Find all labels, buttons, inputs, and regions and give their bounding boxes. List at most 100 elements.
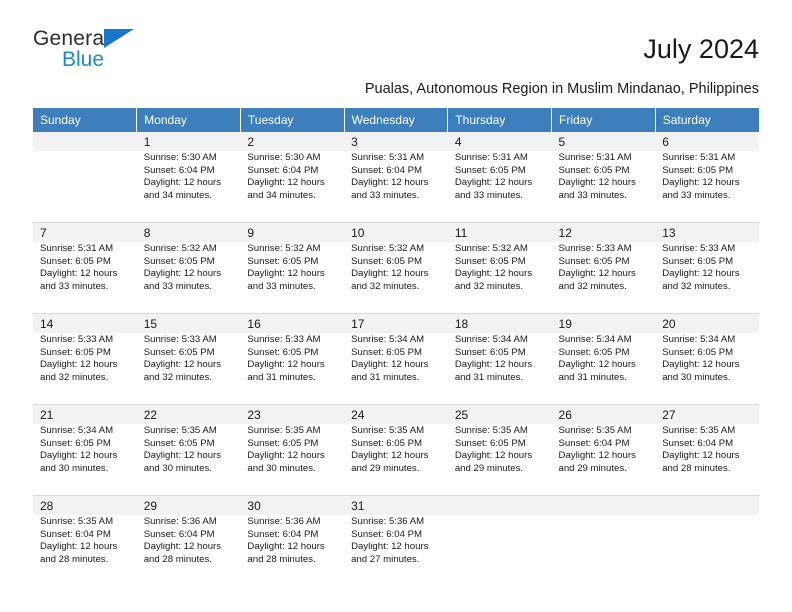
day-cell-29[interactable]: 29 Sunrise: 5:36 AM Sunset: 6:04 PM Dayligh…: [136, 496, 241, 586]
calendar-cell: 22 Sunrise: 5:35 AM Sunset: 6:05 PM Dayligh…: [136, 405, 241, 495]
day-cell-18[interactable]: 18 Sunrise: 5:34 AM Sunset: 6:05 PM Dayligh…: [447, 314, 552, 404]
daylight-duration: and 29 minutes.: [454, 462, 524, 474]
calendar-cell: 10 Sunrise: 5:32 AM Sunset: 6:05 PM Dayligh…: [344, 223, 448, 313]
day-cell-26[interactable]: 26 Sunrise: 5:35 AM Sunset: 6:04 PM Dayligh…: [551, 405, 656, 495]
day-cell-25[interactable]: 25 Sunrise: 5:35 AM Sunset: 6:05 PM Dayligh…: [447, 405, 552, 495]
daylight-duration: and 32 minutes.: [143, 371, 212, 383]
sunrise-time: Sunrise: 5:31 AM: [558, 152, 632, 163]
sunrise-time: Sunrise: 5:32 AM: [247, 243, 321, 254]
day-number: 23: [247, 408, 261, 422]
day-cell-10[interactable]: 10 Sunrise: 5:32 AM Sunset: 6:05 PM Dayligh…: [344, 223, 448, 313]
day-cell-16[interactable]: 16 Sunrise: 5:33 AM Sunset: 6:05 PM Dayligh…: [240, 314, 345, 404]
calendar-week-row: 21 Sunrise: 5:34 AM Sunset: 6:05 PM Dayligh…: [33, 405, 759, 495]
daylight-duration: and 29 minutes.: [351, 462, 420, 474]
calendar-cell: 16 Sunrise: 5:33 AM Sunset: 6:05 PM Dayligh…: [240, 314, 345, 404]
location-subtitle: Pualas, Autonomous Region in Muslim Mind…: [364, 81, 759, 97]
daylight-duration: Daylight: 12 hours: [40, 450, 118, 462]
day-sun-info: Sunrise: 5:33 AM Sunset: 6:05 PM Daylight:…: [559, 243, 649, 293]
day-cell-4[interactable]: 4 Sunrise: 5:31 AM Sunset: 6:05 PM Daylight…: [447, 132, 552, 222]
day-cell-12[interactable]: 12 Sunrise: 5:33 AM Sunset: 6:05 PM Dayligh…: [551, 223, 656, 313]
sunset-time: Sunset: 6:04 PM: [247, 164, 319, 176]
calendar-cell: 6 Sunrise: 5:31 AM Sunset: 6:05 PM Daylight…: [655, 132, 759, 222]
day-cell-6[interactable]: 6 Sunrise: 5:31 AM Sunset: 6:05 PM Daylight…: [655, 132, 759, 222]
logo-triangle-icon: [104, 29, 134, 48]
sunrise-time: Sunrise: 5:36 AM: [247, 516, 321, 527]
day-number: 8: [143, 226, 151, 240]
sunset-time: Sunset: 6:04 PM: [143, 528, 215, 540]
day-cell-22[interactable]: 22 Sunrise: 5:35 AM Sunset: 6:05 PM Dayligh…: [136, 405, 241, 495]
general-blue-logo[interactable]: General Blue: [33, 28, 153, 74]
daylight-duration: and 33 minutes.: [662, 189, 731, 201]
sunrise-time: Sunrise: 5:31 AM: [351, 152, 425, 163]
calendar-cell: 7 Sunrise: 5:31 AM Sunset: 6:05 PM Daylight…: [33, 223, 137, 313]
calendar-cell: 17 Sunrise: 5:34 AM Sunset: 6:05 PM Dayligh…: [344, 314, 448, 404]
daylight-duration: and 33 minutes.: [558, 189, 627, 201]
weekday-header-saturday: Saturday: [655, 108, 759, 132]
day-cell-21[interactable]: 21 Sunrise: 5:34 AM Sunset: 6:05 PM Dayligh…: [33, 405, 137, 495]
day-cell-23[interactable]: 23 Sunrise: 5:35 AM Sunset: 6:05 PM Dayligh…: [240, 405, 345, 495]
day-cell-24[interactable]: 24 Sunrise: 5:35 AM Sunset: 6:05 PM Dayligh…: [344, 405, 448, 495]
daylight-duration: Daylight: 12 hours: [454, 268, 533, 280]
day-number: 11: [454, 226, 468, 240]
daylight-duration: Daylight: 12 hours: [40, 541, 118, 553]
day-cell-30[interactable]: 30 Sunrise: 5:36 AM Sunset: 6:04 PM Dayligh…: [240, 496, 345, 586]
day-cell-31[interactable]: 31 Sunrise: 5:36 AM Sunset: 6:04 PM Dayligh…: [344, 496, 448, 586]
calendar-cell: 26 Sunrise: 5:35 AM Sunset: 6:04 PM Dayligh…: [551, 405, 656, 495]
sunrise-time: Sunrise: 5:32 AM: [454, 243, 528, 254]
day-cell-27[interactable]: 27 Sunrise: 5:35 AM Sunset: 6:04 PM Dayligh…: [655, 405, 759, 495]
day-cell-5[interactable]: 5 Sunrise: 5:31 AM Sunset: 6:05 PM Daylight…: [551, 132, 656, 222]
day-cell-9[interactable]: 9 Sunrise: 5:32 AM Sunset: 6:05 PM Daylight…: [240, 223, 345, 313]
day-cell-20[interactable]: 20 Sunrise: 5:34 AM Sunset: 6:05 PM Dayligh…: [655, 314, 759, 404]
day-number: [662, 499, 752, 514]
calendar-cell: 9 Sunrise: 5:32 AM Sunset: 6:05 PM Daylight…: [240, 223, 345, 313]
sunset-time: Sunset: 6:04 PM: [40, 528, 111, 540]
day-cell-13[interactable]: 13 Sunrise: 5:33 AM Sunset: 6:05 PM Dayligh…: [655, 223, 759, 313]
calendar-cell: [655, 496, 759, 586]
day-cell-14[interactable]: 14 Sunrise: 5:33 AM Sunset: 6:05 PM Dayligh…: [33, 314, 137, 404]
day-cell-8[interactable]: 8 Sunrise: 5:32 AM Sunset: 6:05 PM Daylight…: [136, 223, 241, 313]
calendar-cell: [447, 496, 552, 586]
daylight-duration: Daylight: 12 hours: [662, 268, 740, 280]
day-number: 1: [143, 135, 151, 149]
day-sun-info: Sunrise: 5:33 AM Sunset: 6:05 PM Daylight:…: [40, 334, 130, 384]
calendar-cell: 5 Sunrise: 5:31 AM Sunset: 6:05 PM Daylight…: [551, 132, 656, 222]
day-cell-15[interactable]: 15 Sunrise: 5:33 AM Sunset: 6:05 PM Dayligh…: [136, 314, 241, 404]
day-sun-info: Sunrise: 5:33 AM Sunset: 6:05 PM Daylight:…: [662, 243, 752, 293]
daylight-duration: and 34 minutes.: [143, 189, 212, 201]
day-sun-info: Sunrise: 5:32 AM Sunset: 6:05 PM Daylight:…: [351, 243, 441, 293]
sunrise-time: Sunrise: 5:32 AM: [351, 243, 425, 254]
sunrise-time: Sunrise: 5:35 AM: [454, 425, 528, 436]
page-header: General Blue July 2024: [33, 0, 759, 74]
daylight-duration: and 32 minutes.: [351, 280, 420, 292]
daylight-duration: Daylight: 12 hours: [454, 359, 533, 371]
day-sun-info: Sunrise: 5:35 AM Sunset: 6:05 PM Daylight:…: [144, 425, 234, 475]
day-cell-3[interactable]: 3 Sunrise: 5:31 AM Sunset: 6:04 PM Daylight…: [344, 132, 448, 222]
daylight-duration: and 31 minutes.: [558, 371, 627, 383]
day-cell-11[interactable]: 11 Sunrise: 5:32 AM Sunset: 6:05 PM Dayligh…: [447, 223, 552, 313]
day-sun-info: Sunrise: 5:31 AM Sunset: 6:04 PM Daylight:…: [351, 152, 441, 202]
sunset-time: Sunset: 6:05 PM: [454, 164, 526, 176]
daylight-duration: and 33 minutes.: [351, 189, 420, 201]
day-cell-19[interactable]: 19 Sunrise: 5:34 AM Sunset: 6:05 PM Dayligh…: [551, 314, 656, 404]
sunset-time: Sunset: 6:04 PM: [143, 164, 215, 176]
day-cell-1[interactable]: 1 Sunrise: 5:30 AM Sunset: 6:04 PM Daylight…: [136, 132, 241, 222]
day-cell-17[interactable]: 17 Sunrise: 5:34 AM Sunset: 6:05 PM Dayligh…: [344, 314, 448, 404]
sunset-time: Sunset: 6:05 PM: [558, 255, 630, 267]
sunrise-time: Sunrise: 5:34 AM: [558, 334, 632, 345]
daylight-duration: Daylight: 12 hours: [351, 177, 429, 189]
day-cell-7[interactable]: 7 Sunrise: 5:31 AM Sunset: 6:05 PM Daylight…: [33, 223, 137, 313]
calendar-week-row: 7 Sunrise: 5:31 AM Sunset: 6:05 PM Daylight…: [33, 223, 759, 313]
daylight-duration: Daylight: 12 hours: [351, 359, 429, 371]
logo-text-general: General: [33, 27, 110, 50]
daylight-duration: and 31 minutes.: [351, 371, 420, 383]
day-cell-28[interactable]: 28 Sunrise: 5:35 AM Sunset: 6:04 PM Dayligh…: [33, 496, 137, 586]
calendar-cell: 14 Sunrise: 5:33 AM Sunset: 6:05 PM Dayligh…: [33, 314, 137, 404]
sunrise-time: Sunrise: 5:35 AM: [247, 425, 321, 436]
calendar-cell: 3 Sunrise: 5:31 AM Sunset: 6:04 PM Daylight…: [344, 132, 448, 222]
day-cell-empty: [551, 496, 656, 586]
day-cell-2[interactable]: 2 Sunrise: 5:30 AM Sunset: 6:04 PM Daylight…: [240, 132, 345, 222]
day-sun-info: Sunrise: 5:36 AM Sunset: 6:04 PM Daylight:…: [247, 516, 337, 566]
calendar-week-row: 28 Sunrise: 5:35 AM Sunset: 6:04 PM Dayligh…: [33, 496, 759, 586]
day-number: [455, 499, 545, 514]
daylight-duration: and 31 minutes.: [247, 371, 316, 383]
